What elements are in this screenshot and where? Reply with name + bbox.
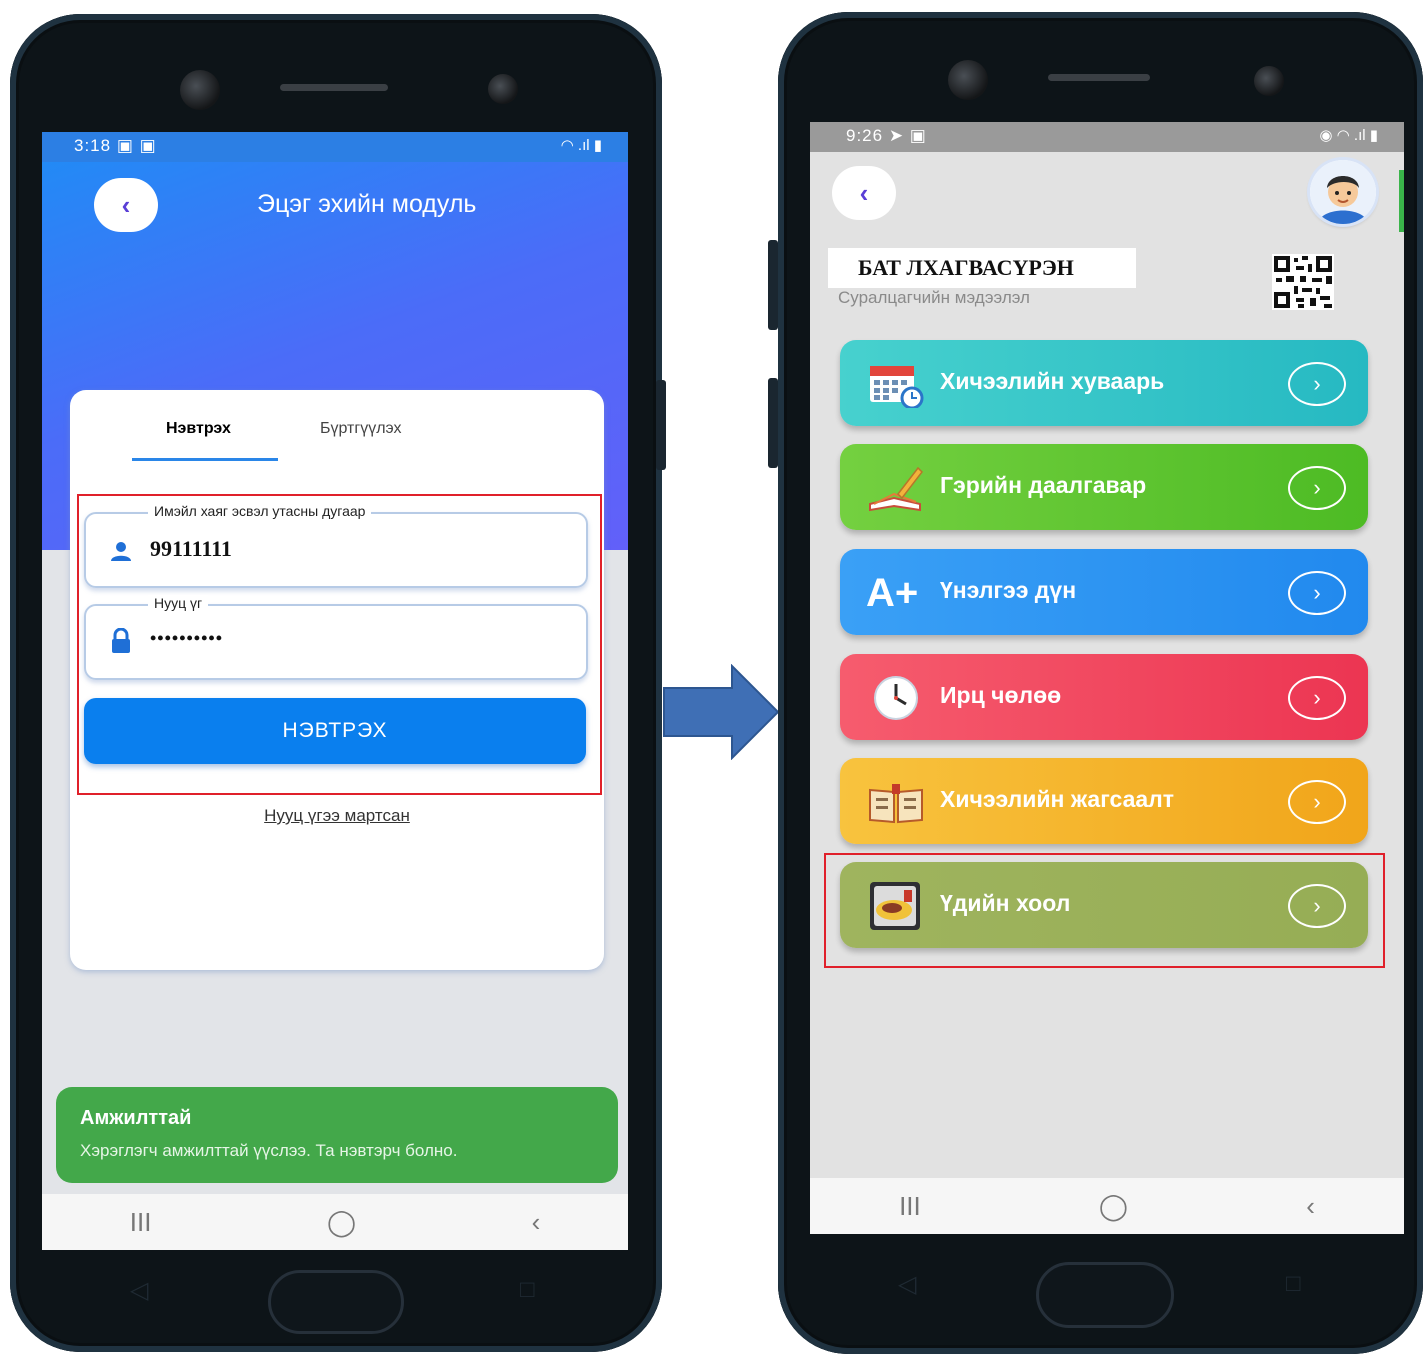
sensor-icon [1254, 66, 1284, 96]
hardware-home-button [268, 1270, 404, 1334]
front-camera-icon [948, 60, 988, 100]
arrow-right-icon [663, 664, 780, 760]
chevron-left-icon: ‹ [859, 177, 869, 208]
home-button[interactable]: ◯ [327, 1207, 356, 1238]
menu-item-course-list[interactable]: Хичээлийн жагсаалт › [840, 758, 1368, 844]
right-screen: 9:26 ➤ ▣ ◉ ◠ .ıl ▮ ‹ БАТ ЛХАГВАСҮРЭН Сур… [810, 122, 1404, 1234]
menu-item-attendance[interactable]: Ирц чөлөө › [840, 654, 1368, 740]
menu-item-schedule[interactable]: Хичээлийн хуваарь › [840, 340, 1368, 426]
side-button [656, 380, 666, 470]
chevron-right-icon: › [1288, 780, 1346, 824]
success-toast: Амжилттай Хэрэглэгч амжилттай үүслээ. Та… [56, 1087, 618, 1183]
menu-item-label: Хичээлийн хуваарь [940, 368, 1165, 394]
menu-item-label: Хичээлийн жагсаалт [940, 786, 1175, 812]
hardware-home-button [1036, 1262, 1174, 1328]
grade-icon: A+ [866, 571, 919, 615]
scroll-indicator [1399, 170, 1404, 232]
front-camera-icon [180, 70, 220, 110]
recent-apps-button[interactable]: III [130, 1207, 152, 1238]
menu-item-label: Үнэлгээ дүн [940, 577, 1077, 603]
status-bar: 3:18 ▣ ▣ ◠ .ıl ▮ [42, 132, 628, 162]
menu-item-label: Ирц чөлөө [940, 682, 1062, 708]
hardware-recent-icon: □ [1286, 1270, 1301, 1297]
hardware-back-icon: ◁ [130, 1277, 149, 1304]
login-form-highlight [77, 494, 602, 795]
student-name: БАТ ЛХАГВАСҮРЭН [828, 248, 1136, 288]
status-bar: 9:26 ➤ ▣ ◉ ◠ .ıl ▮ [810, 122, 1404, 152]
student-subtitle: Суралцагчийн мэдээлэл [838, 288, 1030, 307]
nav-back-button[interactable]: ‹ [532, 1207, 541, 1238]
qr-code-icon[interactable] [1272, 254, 1334, 310]
back-button[interactable]: ‹ [832, 166, 896, 220]
status-icons: ◉ ◠ .ıl ▮ [1319, 127, 1378, 144]
status-time-text: 9:26 [846, 126, 884, 145]
menu-item-homework[interactable]: Гэрийн даалгавар › [840, 444, 1368, 530]
page-title: Эцэг эхийн модуль [257, 190, 477, 218]
notification-icons: ➤ ▣ [888, 126, 927, 145]
lunch-item-highlight [824, 853, 1385, 968]
chevron-left-icon: ‹ [121, 189, 131, 220]
sensor-icon [488, 74, 518, 104]
home-button[interactable]: ◯ [1099, 1191, 1128, 1222]
chevron-right-icon: › [1288, 362, 1346, 406]
toast-message: Хэрэглэгч амжилттай үүслээ. Та нэвтэрч б… [80, 1141, 458, 1160]
chevron-right-icon: › [1288, 676, 1346, 720]
status-time: 3:18 ▣ ▣ [74, 136, 157, 156]
chevron-right-icon: › [1288, 571, 1346, 615]
nav-back-button[interactable]: ‹ [1306, 1191, 1315, 1222]
calendar-icon [870, 366, 924, 408]
chevron-right-icon: › [1288, 466, 1346, 510]
active-tab-indicator [132, 458, 278, 461]
tab-register[interactable]: Бүртгүүлэх [320, 420, 402, 438]
status-icons: ◠ .ıl ▮ [560, 137, 602, 154]
side-button [768, 240, 778, 330]
status-time-text: 3:18 [74, 136, 112, 155]
system-nav-bar: III ◯ ‹ [42, 1194, 628, 1250]
book-icon [869, 784, 923, 824]
recent-apps-button[interactable]: III [899, 1191, 921, 1222]
back-button[interactable]: ‹ [94, 178, 158, 232]
hardware-back-icon: ◁ [898, 1271, 917, 1298]
clock-icon [874, 676, 918, 720]
speaker-grille [280, 84, 388, 91]
forgot-password-link[interactable]: Нууц үгээ мартсан [70, 806, 604, 826]
speaker-grille [1048, 74, 1150, 81]
student-avatar-icon [1310, 160, 1376, 224]
tab-login[interactable]: Нэвтрэх [166, 420, 231, 438]
toast-title: Амжилттай [80, 1107, 192, 1129]
side-button [768, 378, 778, 468]
system-nav-bar: III ◯ ‹ [810, 1178, 1404, 1234]
notification-icons: ▣ ▣ [116, 136, 157, 155]
avatar[interactable] [1310, 160, 1376, 224]
status-time: 9:26 ➤ ▣ [846, 126, 927, 146]
menu-item-label: Гэрийн даалгавар [940, 472, 1147, 498]
homework-icon [869, 466, 923, 512]
hardware-recent-icon: □ [520, 1276, 535, 1303]
menu-item-grades[interactable]: A+ Үнэлгээ дүн › [840, 549, 1368, 635]
